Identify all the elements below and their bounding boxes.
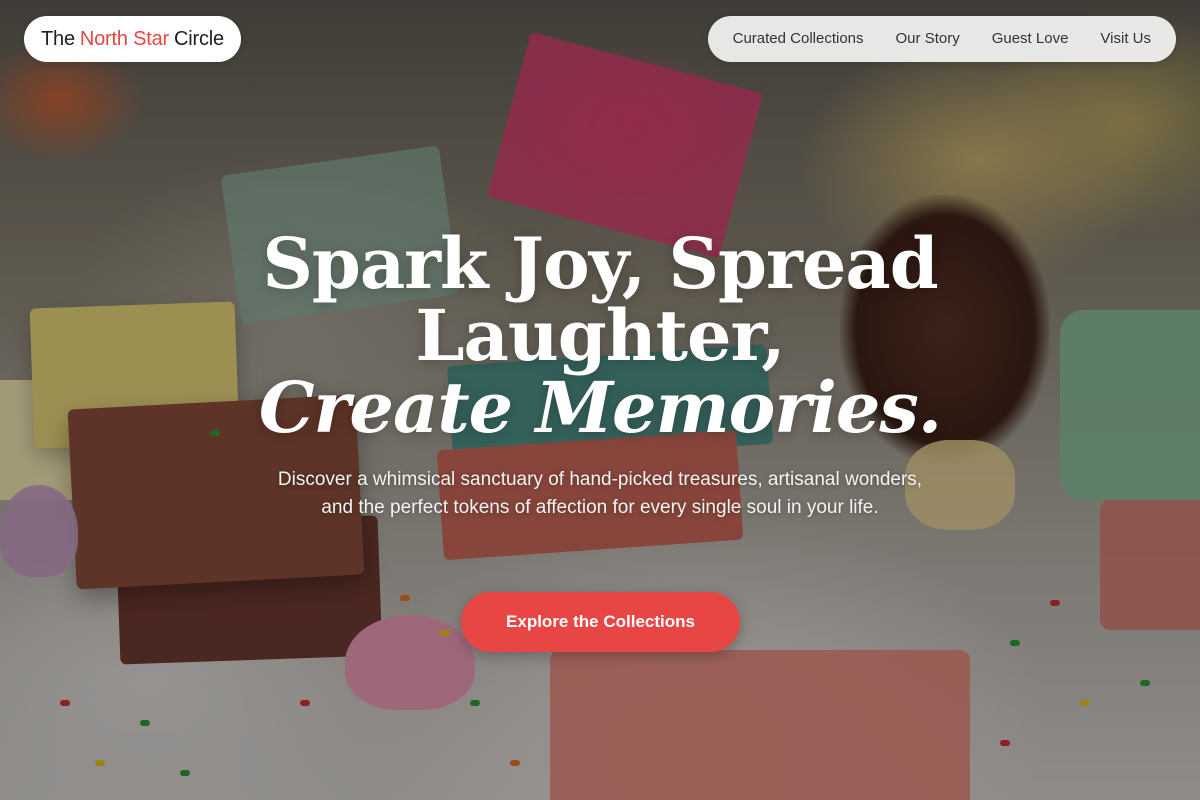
headline-line-2: Laughter, [415,294,785,377]
nav-item-guest-love[interactable]: Guest Love [976,16,1085,62]
brand-accent: North Star [79,27,170,50]
main-nav: Curated Collections Our Story Guest Love… [707,16,1176,62]
hero-subtitle: Discover a whimsical sanctuary of hand-p… [277,469,923,518]
headline-line-3: Create Memories. [258,366,942,449]
brand-logo[interactable]: The North Star Circle [24,16,241,62]
hero-section: Spark Joy, Spread Laughter, Create Memor… [0,228,1200,522]
hero-headline: Spark Joy, Spread Laughter, Create Memor… [0,228,1200,444]
nav-item-our-story[interactable]: Our Story [880,16,976,62]
nav-item-curated-collections[interactable]: Curated Collections [717,16,880,62]
nav-item-visit-us[interactable]: Visit Us [1084,16,1167,62]
headline-line-1: Spark Joy, Spread [262,222,938,305]
brand-suffix: Circle [174,27,224,50]
brand-prefix: The [41,27,75,50]
explore-collections-button[interactable]: Explore the Collections [461,592,740,652]
